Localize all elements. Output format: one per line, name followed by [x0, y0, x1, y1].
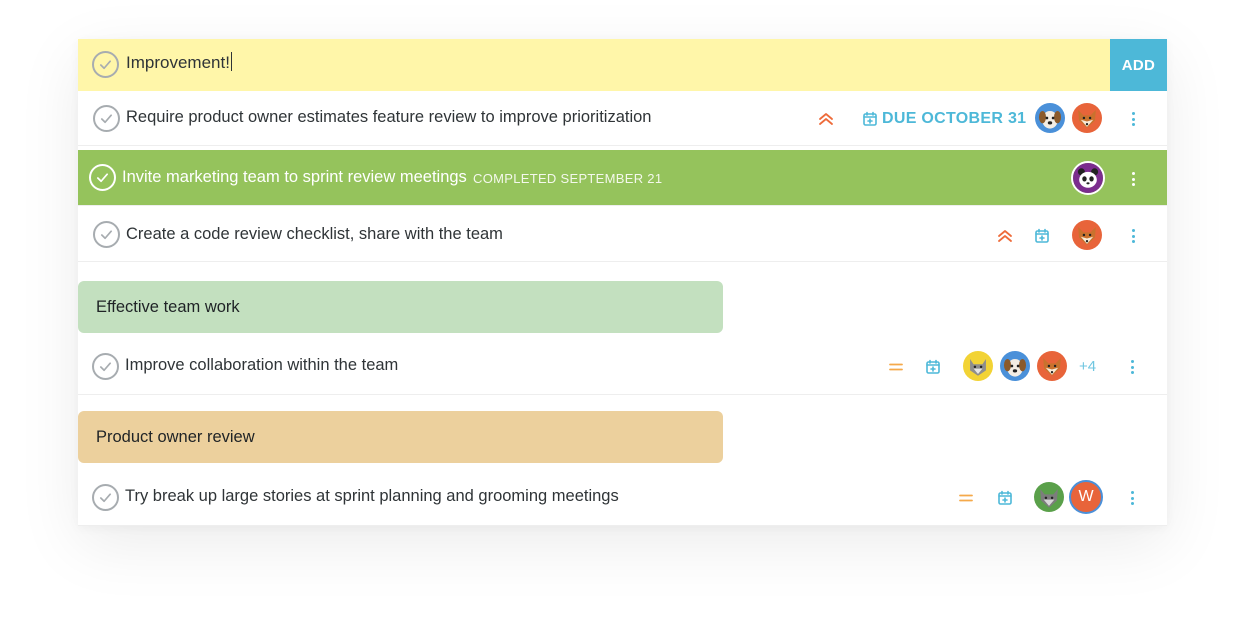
complete-task-checkbox[interactable] [89, 164, 116, 191]
task-row[interactable]: Create a code review checklist, share wi… [78, 207, 1167, 262]
more-options-icon[interactable] [1130, 229, 1136, 243]
more-options-icon[interactable] [1130, 112, 1136, 126]
more-options-icon[interactable] [1130, 172, 1136, 186]
add-button[interactable]: ADD [1110, 39, 1167, 91]
check-icon [99, 111, 114, 126]
task-row-completed[interactable]: Invite marketing team to sprint review m… [78, 150, 1167, 206]
check-icon [99, 227, 114, 242]
new-task-input-value: Improvement! [126, 53, 230, 72]
avatar-letter[interactable]: W [1069, 480, 1103, 514]
complete-task-checkbox[interactable] [93, 105, 120, 132]
calendar-icon[interactable] [997, 490, 1013, 506]
task-title: Invite marketing team to sprint review m… [122, 168, 467, 186]
avatar-dog[interactable] [998, 349, 1032, 383]
task-row[interactable]: Try break up large stories at sprint pla… [78, 470, 1167, 526]
task-title: Create a code review checklist, share wi… [126, 225, 503, 243]
avatar-fox[interactable] [1070, 218, 1104, 252]
task-row[interactable]: Require product owner estimates feature … [78, 91, 1167, 146]
text-caret [230, 52, 232, 71]
check-icon [95, 170, 110, 185]
calendar-icon[interactable] [1034, 228, 1050, 244]
avatar-wolf[interactable] [1032, 480, 1066, 514]
complete-task-checkbox[interactable] [92, 353, 119, 380]
task-row[interactable]: Improve collaboration within the team +4 [78, 339, 1167, 395]
more-options-icon[interactable] [1129, 491, 1135, 505]
priority-high-icon[interactable] [818, 112, 834, 126]
more-options-icon[interactable] [1129, 360, 1135, 374]
avatar-panda[interactable] [1071, 161, 1105, 195]
avatar-dog[interactable] [1033, 101, 1067, 135]
complete-task-checkbox[interactable] [92, 484, 119, 511]
priority-high-icon[interactable] [997, 229, 1013, 243]
new-task-row: Improvement! ADD [78, 39, 1167, 91]
avatar-fox[interactable] [1070, 101, 1104, 135]
task-board: Improvement! ADD Require product owner e… [78, 39, 1167, 526]
group-header[interactable]: Effective team work [78, 281, 723, 333]
check-circle-icon [92, 51, 119, 78]
completed-label: COMPLETED SEPTEMBER 21 [473, 171, 663, 186]
check-icon [98, 359, 113, 374]
group-header[interactable]: Product owner review [78, 411, 723, 463]
check-icon [98, 490, 113, 505]
priority-medium-icon[interactable] [958, 491, 974, 505]
calendar-icon[interactable] [925, 359, 941, 375]
priority-medium-icon[interactable] [888, 360, 904, 374]
new-task-input[interactable]: Improvement! [126, 52, 1026, 73]
more-assignees-count[interactable]: +4 [1079, 358, 1096, 375]
avatar-fox[interactable] [1035, 349, 1069, 383]
task-title: Require product owner estimates feature … [126, 108, 652, 126]
avatar-cat[interactable] [961, 349, 995, 383]
task-title: Improve collaboration within the team [125, 356, 399, 374]
task-title: Try break up large stories at sprint pla… [125, 487, 619, 505]
calendar-icon[interactable] [862, 111, 878, 127]
due-date[interactable]: DUE OCTOBER 31 [882, 110, 1026, 128]
complete-task-checkbox[interactable] [93, 221, 120, 248]
